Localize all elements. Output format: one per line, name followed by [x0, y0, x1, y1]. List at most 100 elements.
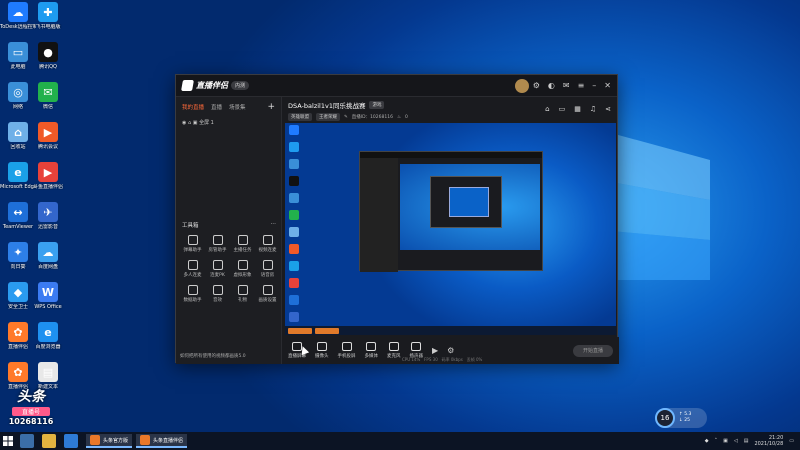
taskbar-store-icon[interactable] — [64, 434, 78, 448]
nested-innermost — [449, 187, 489, 217]
layout-icon[interactable]: ▦ — [574, 105, 581, 113]
preview-desktop-icon — [289, 278, 299, 288]
toolbox-item[interactable]: 房管助手 — [205, 235, 230, 253]
tab-live[interactable]: 直播 — [211, 103, 222, 111]
desktop-icon[interactable]: ▶ 斗鱼直播伴侣 — [30, 162, 66, 200]
record-icon[interactable]: ▶ — [432, 346, 438, 355]
tool-label: 语音房 — [260, 273, 275, 278]
gift-icon[interactable]: ⌂ — [545, 105, 549, 113]
stream-category-badge[interactable]: 游戏 — [369, 101, 385, 109]
minimize-icon[interactable]: – — [592, 81, 596, 90]
app-icon: ● — [38, 42, 58, 62]
tool-icon — [262, 235, 273, 245]
settings-icon[interactable]: ⚙ — [533, 81, 540, 90]
toolbox-item[interactable]: 画质设置 — [255, 285, 280, 303]
toolbox-item[interactable]: 数据助手 — [180, 285, 205, 303]
toolbox-header: 工具箱 ⋯ — [182, 221, 276, 229]
stream-id-text: 直播ID：10268116 — [351, 115, 393, 120]
menu-icon[interactable]: ≡ — [578, 81, 585, 90]
lock-icon[interactable]: ⌂ — [188, 120, 191, 126]
taskbar-file-explorer-icon[interactable] — [42, 434, 56, 448]
edition-tag[interactable]: 内测 — [231, 81, 250, 90]
tab-my-live[interactable]: 我的直播 — [182, 103, 204, 111]
toolbox-more-icon[interactable]: ⋯ — [271, 221, 277, 229]
desktop-icon[interactable]: ✚ 飞书电脑版 — [30, 2, 66, 40]
app-icon: ▤ — [38, 362, 58, 382]
desktop-icon[interactable]: ● 腾讯QQ — [30, 42, 66, 80]
preview-taskbar-app — [288, 327, 312, 334]
user-avatar[interactable] — [515, 79, 529, 93]
notice-text[interactable]: 如何把所有使用的视频都画质5.0 — [180, 353, 246, 359]
gear-icon[interactable]: ⚙ — [447, 346, 454, 355]
toolbox-item[interactable]: 多人连麦 — [180, 260, 205, 278]
desktop-icon[interactable]: ☁ 百度网盘 — [30, 242, 66, 280]
desktop-icon-label: 飞书电脑版 — [35, 24, 61, 30]
eye-icon[interactable]: ◉ — [182, 120, 186, 126]
camera-icon — [316, 342, 327, 351]
windows-icon — [3, 436, 13, 446]
message-icon[interactable]: ✉ — [563, 81, 570, 90]
tag-chip[interactable]: 英雄联盟 — [288, 113, 312, 121]
desktop-icon-label: 斗鱼直播伴侣 — [32, 184, 63, 190]
keyboard-icon[interactable]: ▤ — [744, 438, 749, 444]
stream-preview[interactable] — [285, 123, 616, 335]
desktop-icon[interactable]: ✉ 微信 — [30, 82, 66, 120]
notification-icon[interactable]: ▭ — [789, 438, 794, 444]
desktop-icon[interactable]: W WPS Office — [30, 282, 66, 320]
toolbox-item[interactable]: 视频连麦 — [255, 235, 280, 253]
taskbar-task-view-icon[interactable] — [20, 434, 34, 448]
toolbox-item[interactable]: 主播任务 — [230, 235, 255, 253]
share-icon[interactable]: ⋖ — [605, 105, 611, 113]
desktop-icon[interactable]: e 百度浏览器 — [30, 322, 66, 360]
network-icon[interactable]: ▣ — [723, 438, 728, 444]
taskbar-app-live-companion[interactable]: 头条直播伴侣 — [136, 434, 188, 448]
edit-icon[interactable]: ✎ — [344, 115, 348, 120]
toolbox-item[interactable]: 礼物 — [230, 285, 255, 303]
start-live-button[interactable]: 开始直播 — [573, 344, 613, 357]
add-scene-icon[interactable]: + — [267, 102, 275, 112]
toolbox-item[interactable]: 弹幕助手 — [180, 235, 205, 253]
desktop-icon-label: 微信 — [42, 104, 53, 110]
toolbox-grid: 弹幕助手 房管助手 主播任务 视频连麦多人连麦 连麦PK 虚拟形象 语音房数据助手 音效 礼物 画… — [180, 235, 280, 303]
toolbox-item[interactable]: 虚拟形象 — [230, 260, 255, 278]
tab-scenes[interactable]: 场景集 — [229, 103, 246, 111]
bell-icon[interactable]: ♫ — [590, 105, 596, 113]
app-icon: ☁ — [8, 2, 28, 22]
screen-icon[interactable]: ▭ — [559, 105, 566, 113]
chevron-up-icon[interactable]: ˄ — [715, 438, 718, 444]
fire-icon: ♨ — [396, 114, 402, 120]
app-icon: ◎ — [8, 82, 28, 102]
preview-desktop-icon — [289, 142, 299, 152]
toolbox-item[interactable]: 音效 — [205, 285, 230, 303]
start-button[interactable] — [0, 433, 16, 449]
desktop-icon-label: 百度网盘 — [37, 264, 58, 270]
app-icon: ✦ — [8, 242, 28, 262]
close-icon[interactable]: ✕ — [604, 81, 611, 90]
volume-icon[interactable]: ◁ — [734, 438, 738, 444]
tool-icon — [187, 235, 198, 245]
skin-icon[interactable]: ◐ — [548, 81, 555, 90]
desktop-icon[interactable]: ✈ 迅雷影音 — [30, 202, 66, 240]
window-titlebar[interactable]: 直播伴侣 内测 ⚙ ◐ ✉ ≡ – ✕ — [176, 75, 617, 97]
nested-preview — [400, 164, 540, 250]
app-icon: e — [8, 162, 28, 182]
toolbox-item[interactable]: 语音房 — [255, 260, 280, 278]
tool-icon — [237, 235, 248, 245]
clock[interactable]: 21:20 2021/10/28 — [754, 435, 783, 447]
toolbox-item[interactable]: 连麦PK — [205, 260, 230, 278]
shield-icon[interactable]: ◆ — [705, 438, 709, 444]
desktop-icon[interactable]: ▶ 腾讯会议 — [30, 122, 66, 160]
scene-tabs: 我的直播 直播 场景集 + — [176, 97, 281, 117]
network-widget[interactable]: 16 ↑ 5.3 ↓ 25 — [655, 408, 707, 428]
stream-header: DSA-balzil1v1同乐挑战赛 游戏 英雄联盟 王者荣耀 ✎ 直播ID：1… — [282, 97, 619, 121]
preview-desktop-icons — [287, 125, 313, 329]
preview-taskbar-app — [315, 327, 339, 334]
taskbar-app-toutiao[interactable]: 头条官方版 — [86, 434, 133, 448]
tool-icon — [262, 285, 273, 295]
tag-chip[interactable]: 王者荣耀 — [316, 113, 340, 121]
media-icon — [366, 342, 377, 351]
stream-title[interactable]: DSA-balzil1v1同乐挑战赛 — [288, 100, 365, 110]
tool-label: 视频连麦 — [258, 248, 277, 253]
app-icon: ✿ — [8, 362, 28, 382]
scene-item[interactable]: ◉ ⌂ ▣ 全屏 1 — [176, 117, 281, 128]
